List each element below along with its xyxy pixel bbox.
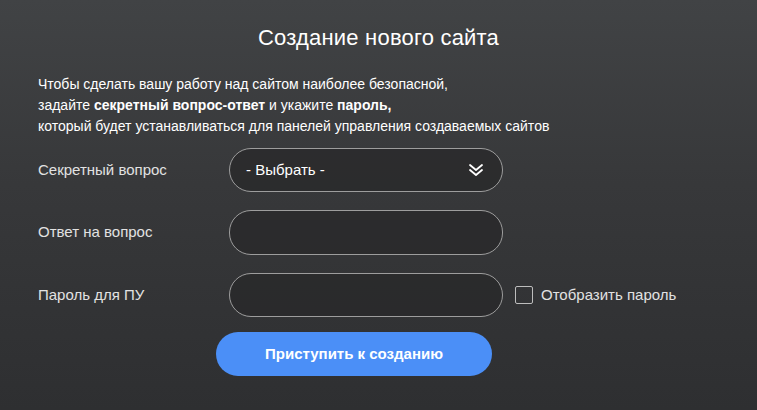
create-site-panel: Создание нового сайта Чтобы сделать вашу …: [0, 0, 757, 410]
form-row: Секретный вопрос - Выбрать -: [38, 148, 757, 192]
intro-line: который будет устанавливаться для панеле…: [38, 116, 757, 137]
field-label: Пароль для ПУ: [38, 285, 217, 305]
intro-line: Чтобы сделать вашу работу над сайтом наи…: [38, 74, 757, 95]
submit-button[interactable]: Приступить к созданию: [216, 332, 492, 376]
intro-segment: секретный вопрос-ответ: [94, 97, 265, 113]
show-password-label: Отобразить пароль: [541, 284, 676, 307]
select-value: - Выбрать -: [246, 160, 325, 180]
show-password-toggle[interactable]: Отобразить пароль: [515, 284, 757, 307]
intro-segment: пароль,: [337, 97, 391, 113]
password-input[interactable]: [229, 273, 503, 318]
intro-segment: который будет устанавливаться для панеле…: [38, 118, 549, 134]
form-row: Ответ на вопрос: [38, 210, 757, 255]
intro-line: задайте секретный вопрос-ответ и укажите…: [38, 95, 757, 116]
form-row: Пароль для ПУ Отобразить пароль: [38, 273, 757, 318]
show-password-checkbox[interactable]: [515, 286, 533, 304]
field-label: Секретный вопрос: [38, 160, 217, 180]
question-select[interactable]: - Выбрать -: [229, 148, 503, 192]
answer-input[interactable]: [229, 210, 503, 255]
intro-segment: задайте: [38, 97, 94, 113]
intro-segment: и укажите: [265, 97, 337, 113]
intro-segment: Чтобы сделать вашу работу над сайтом наи…: [38, 76, 448, 92]
field-label: Ответ на вопрос: [38, 222, 217, 242]
form-rows: Секретный вопрос - Выбрать - Ответ на вопр…: [38, 148, 757, 317]
chevron-down-icon: [468, 163, 484, 177]
page-title: Создание нового сайта: [0, 24, 757, 52]
intro-text: Чтобы сделать вашу работу над сайтом наи…: [38, 74, 757, 137]
